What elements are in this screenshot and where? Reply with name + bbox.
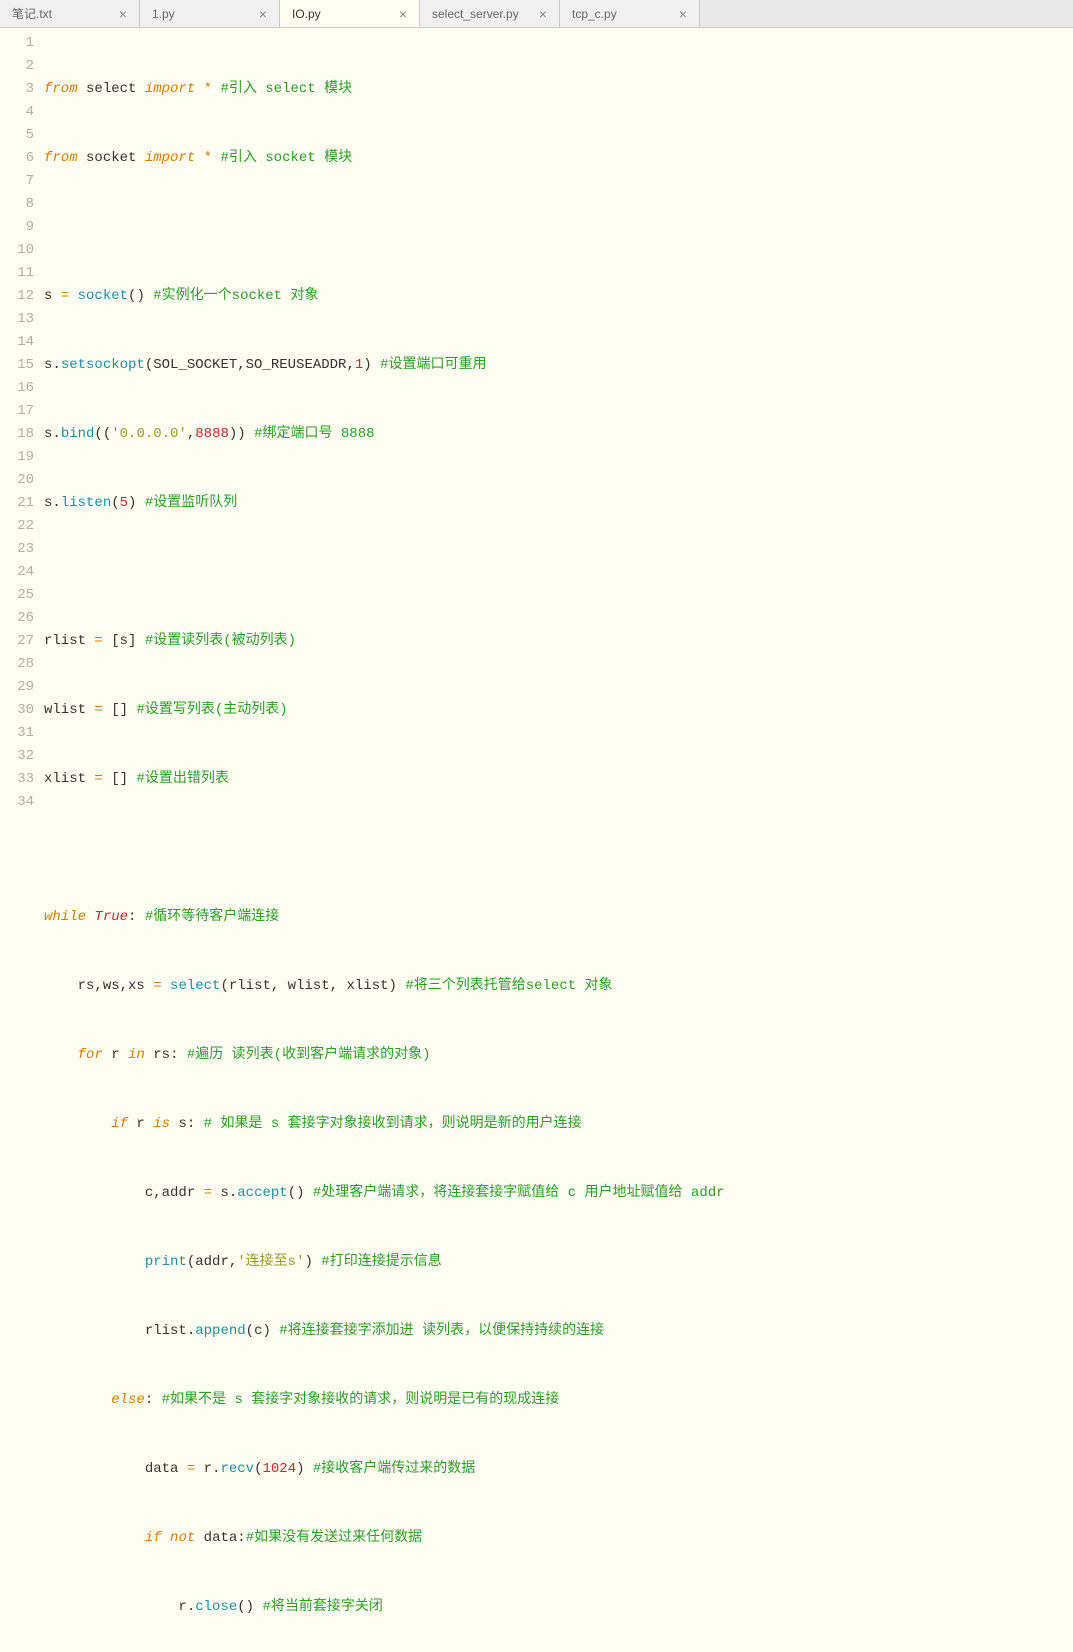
tab-tcp-c[interactable]: tcp_c.py × <box>560 0 700 27</box>
line-number: 24 <box>0 561 34 584</box>
code-line: if r is s: # 如果是 s 套接字对象接收到请求，则说明是新的用户连接 <box>44 1113 1073 1136</box>
line-number: 25 <box>0 584 34 607</box>
code-line: print(addr,'连接至s') #打印连接提示信息 <box>44 1251 1073 1274</box>
line-number: 13 <box>0 308 34 331</box>
close-icon[interactable]: × <box>383 6 407 22</box>
line-gutter: 1234567891011121314151617181920212223242… <box>0 28 44 826</box>
code-line: for r in rs: #遍历 读列表(收到客户端请求的对象) <box>44 1044 1073 1067</box>
tab-label: select_server.py <box>432 7 519 21</box>
line-number: 7 <box>0 170 34 193</box>
line-number: 6 <box>0 147 34 170</box>
close-icon[interactable]: × <box>243 6 267 22</box>
line-number: 12 <box>0 285 34 308</box>
line-number: 34 <box>0 791 34 814</box>
line-number: 27 <box>0 630 34 653</box>
line-number: 2 <box>0 55 34 78</box>
code-line: c,addr = s.accept() #处理客户端请求，将连接套接字赋值给 c… <box>44 1182 1073 1205</box>
tab-select-server[interactable]: select_server.py × <box>420 0 560 27</box>
code-line: from select import * #引入 select 模块 <box>44 78 1073 101</box>
code-line: while True: #循环等待客户端连接 <box>44 906 1073 929</box>
code-line: else: #如果不是 s 套接字对象接收的请求，则说明是已有的现成连接 <box>44 1389 1073 1412</box>
line-number: 9 <box>0 216 34 239</box>
code-line: s = socket() #实例化一个socket 对象 <box>44 285 1073 308</box>
line-number: 17 <box>0 400 34 423</box>
line-number: 21 <box>0 492 34 515</box>
line-number: 15 <box>0 354 34 377</box>
editor: 1234567891011121314151617181920212223242… <box>0 28 1073 826</box>
line-number: 10 <box>0 239 34 262</box>
line-number: 14 <box>0 331 34 354</box>
code-line: s.listen(5) #设置监听队列 <box>44 492 1073 515</box>
line-number: 32 <box>0 745 34 768</box>
tab-bar: 笔记.txt × 1.py × IO.py × select_server.py… <box>0 0 1073 28</box>
code-line: from socket import * #引入 socket 模块 <box>44 147 1073 170</box>
tab-notes[interactable]: 笔记.txt × <box>0 0 140 27</box>
line-number: 33 <box>0 768 34 791</box>
line-number: 19 <box>0 446 34 469</box>
line-number: 5 <box>0 124 34 147</box>
code-line <box>44 837 1073 860</box>
tab-label: tcp_c.py <box>572 7 617 21</box>
line-number: 23 <box>0 538 34 561</box>
close-icon[interactable]: × <box>523 6 547 22</box>
line-number: 18 <box>0 423 34 446</box>
code-line: xlist = [] #设置出错列表 <box>44 768 1073 791</box>
tab-1py[interactable]: 1.py × <box>140 0 280 27</box>
line-number: 4 <box>0 101 34 124</box>
code-area[interactable]: from select import * #引入 select 模块 from … <box>44 28 1073 826</box>
tab-label: IO.py <box>292 7 321 21</box>
code-line: if not data:#如果没有发送过来任何数据 <box>44 1527 1073 1550</box>
close-icon[interactable]: × <box>663 6 687 22</box>
line-number: 20 <box>0 469 34 492</box>
code-line: rlist = [s] #设置读列表(被动列表) <box>44 630 1073 653</box>
tab-io-py[interactable]: IO.py × <box>280 0 420 27</box>
close-icon[interactable]: × <box>103 6 127 22</box>
code-line: rs,ws,xs = select(rlist, wlist, xlist) #… <box>44 975 1073 998</box>
line-number: 11 <box>0 262 34 285</box>
line-number: 30 <box>0 699 34 722</box>
code-line <box>44 216 1073 239</box>
line-number: 22 <box>0 515 34 538</box>
code-line: rlist.append(c) #将连接套接字添加进 读列表，以便保持持续的连接 <box>44 1320 1073 1343</box>
code-line <box>44 561 1073 584</box>
line-number: 26 <box>0 607 34 630</box>
tab-label: 1.py <box>152 7 175 21</box>
tab-label: 笔记.txt <box>12 5 52 22</box>
code-line: data = r.recv(1024) #接收客户端传过来的数据 <box>44 1458 1073 1481</box>
line-number: 3 <box>0 78 34 101</box>
line-number: 16 <box>0 377 34 400</box>
code-line: s.bind(('0.0.0.0',8888)) #绑定端口号 8888 <box>44 423 1073 446</box>
line-number: 28 <box>0 653 34 676</box>
code-line: r.close() #将当前套接字关闭 <box>44 1596 1073 1619</box>
code-line: wlist = [] #设置写列表(主动列表) <box>44 699 1073 722</box>
line-number: 8 <box>0 193 34 216</box>
line-number: 31 <box>0 722 34 745</box>
line-number: 29 <box>0 676 34 699</box>
line-number: 1 <box>0 32 34 55</box>
code-line: s.setsockopt(SOL_SOCKET,SO_REUSEADDR,1) … <box>44 354 1073 377</box>
